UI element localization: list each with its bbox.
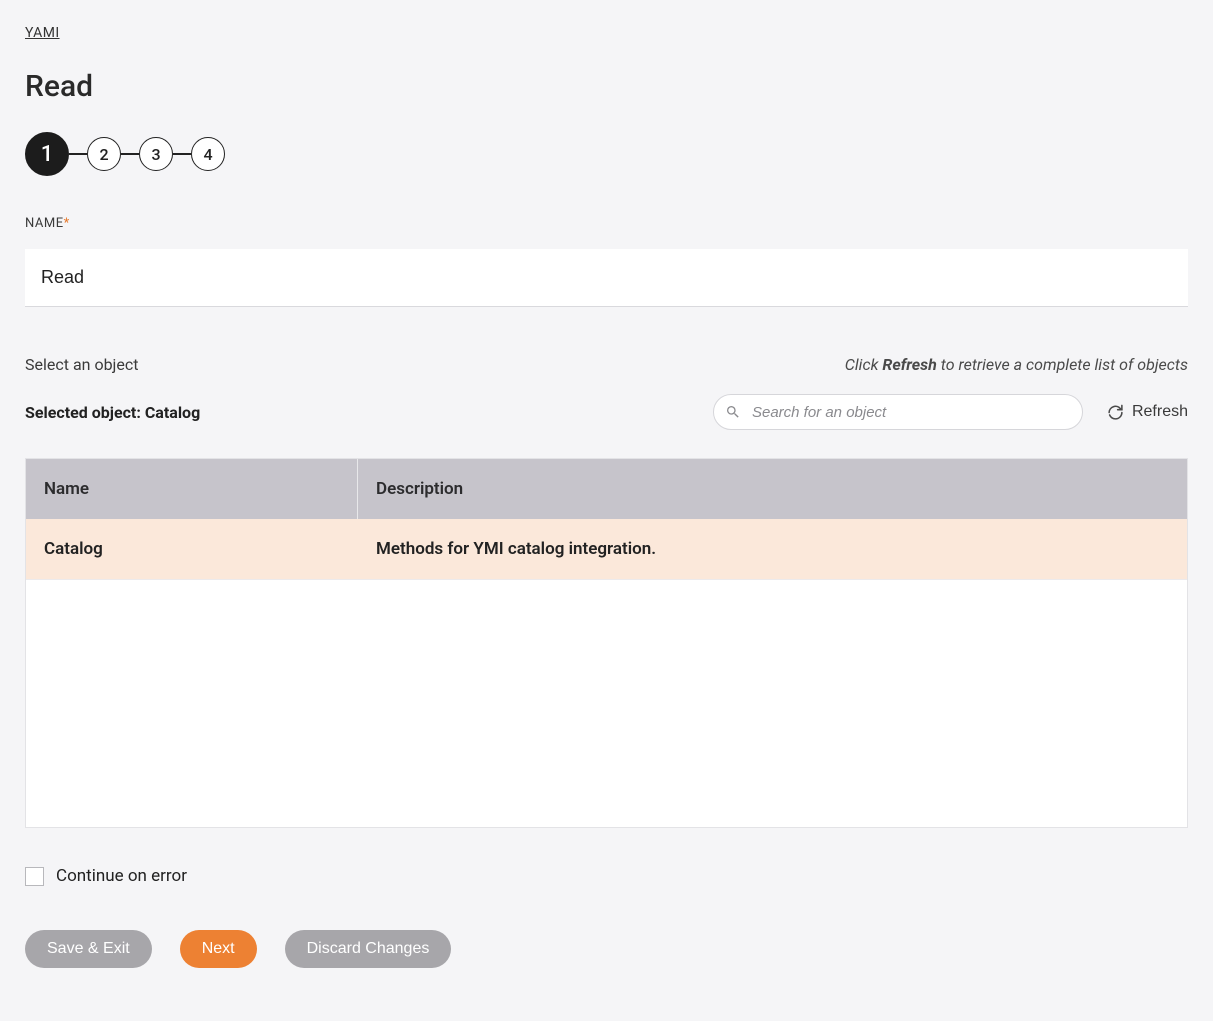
object-table: Name Description Catalog Methods for YMI… [25,458,1188,828]
discard-changes-button[interactable]: Discard Changes [285,930,452,968]
step-4[interactable]: 4 [191,137,225,171]
stepper: 1 2 3 4 [25,132,1188,176]
refresh-button[interactable]: Refresh [1107,403,1188,421]
table-header-row: Name Description [26,459,1187,519]
step-1[interactable]: 1 [25,132,69,176]
step-2[interactable]: 2 [87,137,121,171]
page-title: Read [25,69,1188,104]
continue-on-error-label[interactable]: Continue on error [56,866,187,886]
search-icon [725,404,741,420]
selected-object-value: Catalog [145,403,200,422]
step-connector [121,153,139,155]
search-wrap [713,394,1083,430]
table-header-name[interactable]: Name [26,459,358,519]
table-cell-description: Methods for YMI catalog integration. [358,519,1187,579]
hint-suffix: to retrieve a complete list of objects [937,355,1188,374]
search-input[interactable] [713,394,1083,430]
refresh-icon [1107,404,1124,421]
step-connector [173,153,191,155]
footer-buttons: Save & Exit Next Discard Changes [25,930,1188,968]
hint-bold: Refresh [882,355,936,374]
name-input[interactable] [25,249,1188,307]
breadcrumb[interactable]: YAMI [25,25,60,41]
name-label-text: NAME [25,216,64,231]
table-row[interactable]: Catalog Methods for YMI catalog integrat… [26,519,1187,580]
table-cell-name: Catalog [26,519,358,579]
save-exit-button[interactable]: Save & Exit [25,930,152,968]
step-connector [69,153,87,155]
name-field-label: NAME* [25,216,1188,231]
selected-object-prefix: Selected object: [25,403,145,422]
step-3[interactable]: 3 [139,137,173,171]
selected-object-text: Selected object: Catalog [25,403,200,422]
refresh-label: Refresh [1132,403,1188,421]
table-header-description[interactable]: Description [358,459,1187,519]
select-object-label: Select an object [25,355,138,374]
refresh-hint: Click Refresh to retrieve a complete lis… [845,355,1188,374]
required-marker: * [64,216,70,231]
next-button[interactable]: Next [180,930,257,968]
hint-prefix: Click [845,355,883,374]
continue-on-error-checkbox[interactable] [25,867,44,886]
